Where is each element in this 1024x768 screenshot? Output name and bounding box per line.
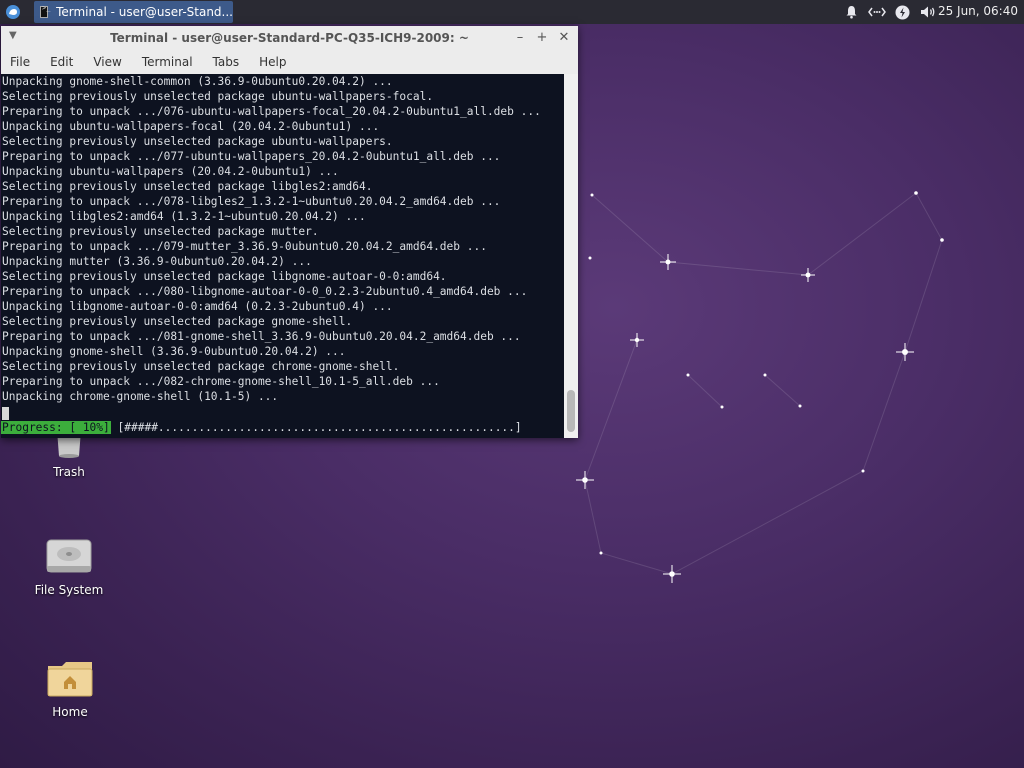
- network-button[interactable]: [866, 3, 888, 21]
- terminal-line: Selecting previously unselected package …: [2, 90, 434, 103]
- terminal-line: Preparing to unpack .../079-mutter_3.36.…: [2, 240, 487, 253]
- terminal-line: Unpacking gnome-shell (3.36.9-0ubuntu0.2…: [2, 345, 346, 358]
- menu-edit[interactable]: Edit: [40, 55, 83, 69]
- menu-bar: File Edit View Terminal Tabs Help: [1, 50, 578, 74]
- progress-label: Progress: [ 10%]: [1, 421, 111, 434]
- menu-tabs[interactable]: Tabs: [203, 55, 250, 69]
- terminal-line: Preparing to unpack .../076-ubuntu-wallp…: [2, 105, 541, 118]
- terminal-icon: [40, 4, 51, 18]
- home-folder-icon: [47, 662, 93, 697]
- terminal-line: Selecting previously unselected package …: [2, 180, 373, 193]
- scrollbar-thumb[interactable]: [567, 390, 575, 432]
- menu-file[interactable]: File: [1, 55, 40, 69]
- network-icon: [868, 7, 886, 17]
- bell-icon: [846, 6, 856, 19]
- terminal-line: Selecting previously unselected package …: [2, 315, 353, 328]
- terminal-line: Selecting previously unselected package …: [2, 135, 393, 148]
- desktop-icon-file-system[interactable]: File System: [19, 538, 119, 597]
- taskbar-terminal-button[interactable]: Terminal - user@user-Stand...: [34, 1, 233, 23]
- terminal-line: Unpacking ubuntu-wallpapers (20.04.2-0ub…: [2, 165, 339, 178]
- desktop-icon-label: Trash: [53, 465, 85, 479]
- progress-line: Progress: [ 10%] [#####.................…: [1, 420, 528, 435]
- power-icon: [895, 5, 909, 19]
- minimize-icon[interactable]: –: [512, 29, 528, 45]
- terminal-line: Unpacking libgles2:amd64 (1.3.2-1~ubuntu…: [2, 210, 366, 223]
- terminal-line: Preparing to unpack .../082-chrome-gnome…: [2, 375, 440, 388]
- desktop-icon-label: File System: [34, 583, 104, 597]
- scrollbar[interactable]: [564, 74, 578, 438]
- desktop-icon-home[interactable]: Home: [20, 660, 120, 719]
- terminal-line: Selecting previously unselected package …: [2, 225, 319, 238]
- maximize-icon[interactable]: +: [534, 29, 550, 45]
- terminal-line: Preparing to unpack .../077-ubuntu-wallp…: [2, 150, 501, 163]
- terminal-line: Unpacking gnome-shell-common (3.36.9-0ub…: [2, 75, 393, 88]
- clock[interactable]: 25 Jun, 06:40: [938, 4, 1018, 18]
- volume-button[interactable]: [918, 3, 938, 21]
- text-cursor: [2, 407, 9, 420]
- menu-help[interactable]: Help: [249, 55, 296, 69]
- notification-button[interactable]: [842, 3, 860, 21]
- terminal-output[interactable]: Unpacking gnome-shell-common (3.36.9-0ub…: [1, 74, 564, 438]
- menu-terminal[interactable]: Terminal: [132, 55, 203, 69]
- desktop-icon-label: Home: [52, 705, 88, 719]
- terminal-line: Preparing to unpack .../078-libgles2_1.3…: [2, 195, 501, 208]
- close-icon[interactable]: ✕: [556, 29, 572, 45]
- progress-bar: [#####..................................…: [110, 421, 529, 434]
- top-panel: Terminal - user@user-Stand... 25 Jun, 06…: [0, 0, 1024, 24]
- taskbar-terminal-label: Terminal - user@user-Stand...: [56, 5, 233, 19]
- terminal-line: Unpacking libgnome-autoar-0-0:amd64 (0.2…: [2, 300, 393, 313]
- terminal-line: Selecting previously unselected package …: [2, 360, 400, 373]
- terminal-window: ▼ Terminal - user@user-Standard-PC-Q35-I…: [1, 26, 578, 438]
- terminal-line: Unpacking ubuntu-wallpapers-focal (20.04…: [2, 120, 380, 133]
- xfce-mouse-icon: [6, 5, 20, 19]
- terminal-line: Preparing to unpack .../080-libgnome-aut…: [2, 285, 528, 298]
- window-title: Terminal - user@user-Standard-PC-Q35-ICH…: [110, 31, 469, 45]
- drive-icon: [46, 539, 92, 573]
- window-titlebar[interactable]: ▼ Terminal - user@user-Standard-PC-Q35-I…: [1, 26, 578, 51]
- terminal-line: Selecting previously unselected package …: [2, 270, 447, 283]
- terminal-line: Unpacking chrome-gnome-shell (10.1-5) ..…: [2, 390, 279, 403]
- volume-icon: [920, 6, 934, 18]
- menu-view[interactable]: View: [83, 55, 131, 69]
- terminal-lines: Unpacking gnome-shell-common (3.36.9-0ub…: [1, 74, 564, 404]
- terminal-line: Unpacking mutter (3.36.9-0ubuntu0.20.04.…: [2, 255, 312, 268]
- applications-menu-button[interactable]: [2, 1, 24, 23]
- power-button[interactable]: [893, 3, 911, 21]
- terminal-line: Preparing to unpack .../081-gnome-shell_…: [2, 330, 521, 343]
